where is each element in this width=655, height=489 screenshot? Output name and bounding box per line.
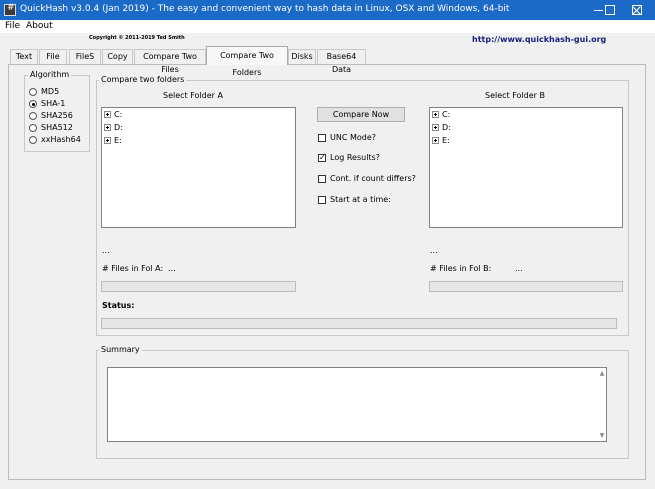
expand-c-icon[interactable] xyxy=(432,111,439,118)
start-at-time-checkbox[interactable] xyxy=(318,196,326,204)
unc-mode-label[interactable]: UNC Mode? xyxy=(330,133,376,142)
tab-base64-data[interactable]: Base64 Data xyxy=(317,49,366,74)
summary-text-area[interactable] xyxy=(107,367,607,442)
radio-sha256[interactable] xyxy=(29,112,37,120)
start-at-time-label[interactable]: Start at a time: xyxy=(330,195,391,204)
folder-b-path: ... xyxy=(430,246,438,255)
tab-compare-two-folders[interactable]: Compare Two Folders xyxy=(206,46,288,77)
cont-if-count-differs-checkbox[interactable] xyxy=(318,175,326,183)
checkmark-icon: ✓ xyxy=(319,153,326,162)
folder-b-progress-bar xyxy=(429,281,623,292)
expand-d-icon[interactable] xyxy=(432,124,439,131)
radio-sha1[interactable] xyxy=(29,100,37,108)
unc-mode-checkbox[interactable] xyxy=(318,134,326,142)
folder-b-drive-d[interactable]: D: xyxy=(442,123,451,132)
folder-a-count-label: # Files in Fol A: xyxy=(102,264,164,273)
folder-a-drive-e[interactable]: E: xyxy=(114,136,122,145)
log-results-label[interactable]: Log Results? xyxy=(330,153,380,162)
folder-b-count-value: ... xyxy=(515,264,523,273)
expand-e-icon[interactable] xyxy=(432,137,439,144)
radio-sha512[interactable] xyxy=(29,124,37,132)
website-link[interactable]: http://www.quickhash-gui.org xyxy=(472,35,606,44)
title-bar[interactable]: QuickHash v3.0.4 (Jan 2019) - The easy a… xyxy=(0,0,655,20)
tab-compare-two-files[interactable]: Compare Two Files xyxy=(134,49,206,74)
tab-copy[interactable]: Copy xyxy=(102,49,133,64)
status-progress-bar xyxy=(101,318,617,329)
scroll-down-icon[interactable]: ▼ xyxy=(598,432,606,440)
folder-b-drive-c[interactable]: C: xyxy=(442,110,450,119)
radio-sha256-label[interactable]: SHA256 xyxy=(41,111,73,120)
close-icon[interactable] xyxy=(617,0,655,20)
radio-md5-label[interactable]: MD5 xyxy=(41,87,59,96)
tab-text[interactable]: Text xyxy=(10,49,38,64)
folder-b-title: Select Folder B xyxy=(485,91,545,100)
hash-app-icon xyxy=(4,3,16,16)
folder-a-path: ... xyxy=(102,246,110,255)
expand-e-icon[interactable] xyxy=(104,137,111,144)
radio-sha512-label[interactable]: SHA512 xyxy=(41,123,73,132)
folder-a-progress-bar xyxy=(101,281,296,292)
menu-bar xyxy=(0,20,655,33)
expand-d-icon[interactable] xyxy=(104,124,111,131)
radio-md5[interactable] xyxy=(29,88,37,96)
folder-b-count-label: # Files in Fol B: xyxy=(430,264,492,273)
folder-b-tree[interactable] xyxy=(429,107,623,228)
radio-sha1-label[interactable]: SHA-1 xyxy=(41,99,65,108)
folder-a-drive-d[interactable]: D: xyxy=(114,123,123,132)
radio-xxhash64[interactable] xyxy=(29,136,37,144)
radio-xxhash64-label[interactable]: xxHash64 xyxy=(41,135,81,144)
tab-files[interactable]: FileS xyxy=(69,49,101,64)
compare-now-button[interactable]: Compare Now xyxy=(317,107,405,122)
menu-file[interactable]: File xyxy=(5,21,20,31)
scroll-up-icon[interactable]: ▲ xyxy=(598,370,606,378)
status-label: Status: xyxy=(102,301,135,310)
copyright-text: Copyright © 2011-2019 Ted Smith xyxy=(89,35,185,41)
cont-if-count-differs-label[interactable]: Cont. if count differs? xyxy=(330,174,416,183)
folder-a-drive-c[interactable]: C: xyxy=(114,110,122,119)
folder-a-title: Select Folder A xyxy=(163,91,223,100)
algorithm-title: Algorithm xyxy=(28,70,72,79)
menu-about[interactable]: About xyxy=(26,21,53,31)
tab-disks[interactable]: Disks xyxy=(288,49,316,64)
tab-file[interactable]: File xyxy=(39,49,67,64)
log-results-checkbox[interactable]: ✓ xyxy=(318,153,326,162)
expand-c-icon[interactable] xyxy=(104,111,111,118)
folder-b-drive-e[interactable]: E: xyxy=(442,136,450,145)
compare-folders-title: Compare two folders xyxy=(99,75,187,84)
summary-title: Summary xyxy=(99,345,142,354)
window-title: QuickHash v3.0.4 (Jan 2019) - The easy a… xyxy=(20,4,510,14)
folder-a-count-value: ... xyxy=(168,264,176,273)
folder-a-tree[interactable] xyxy=(101,107,296,228)
